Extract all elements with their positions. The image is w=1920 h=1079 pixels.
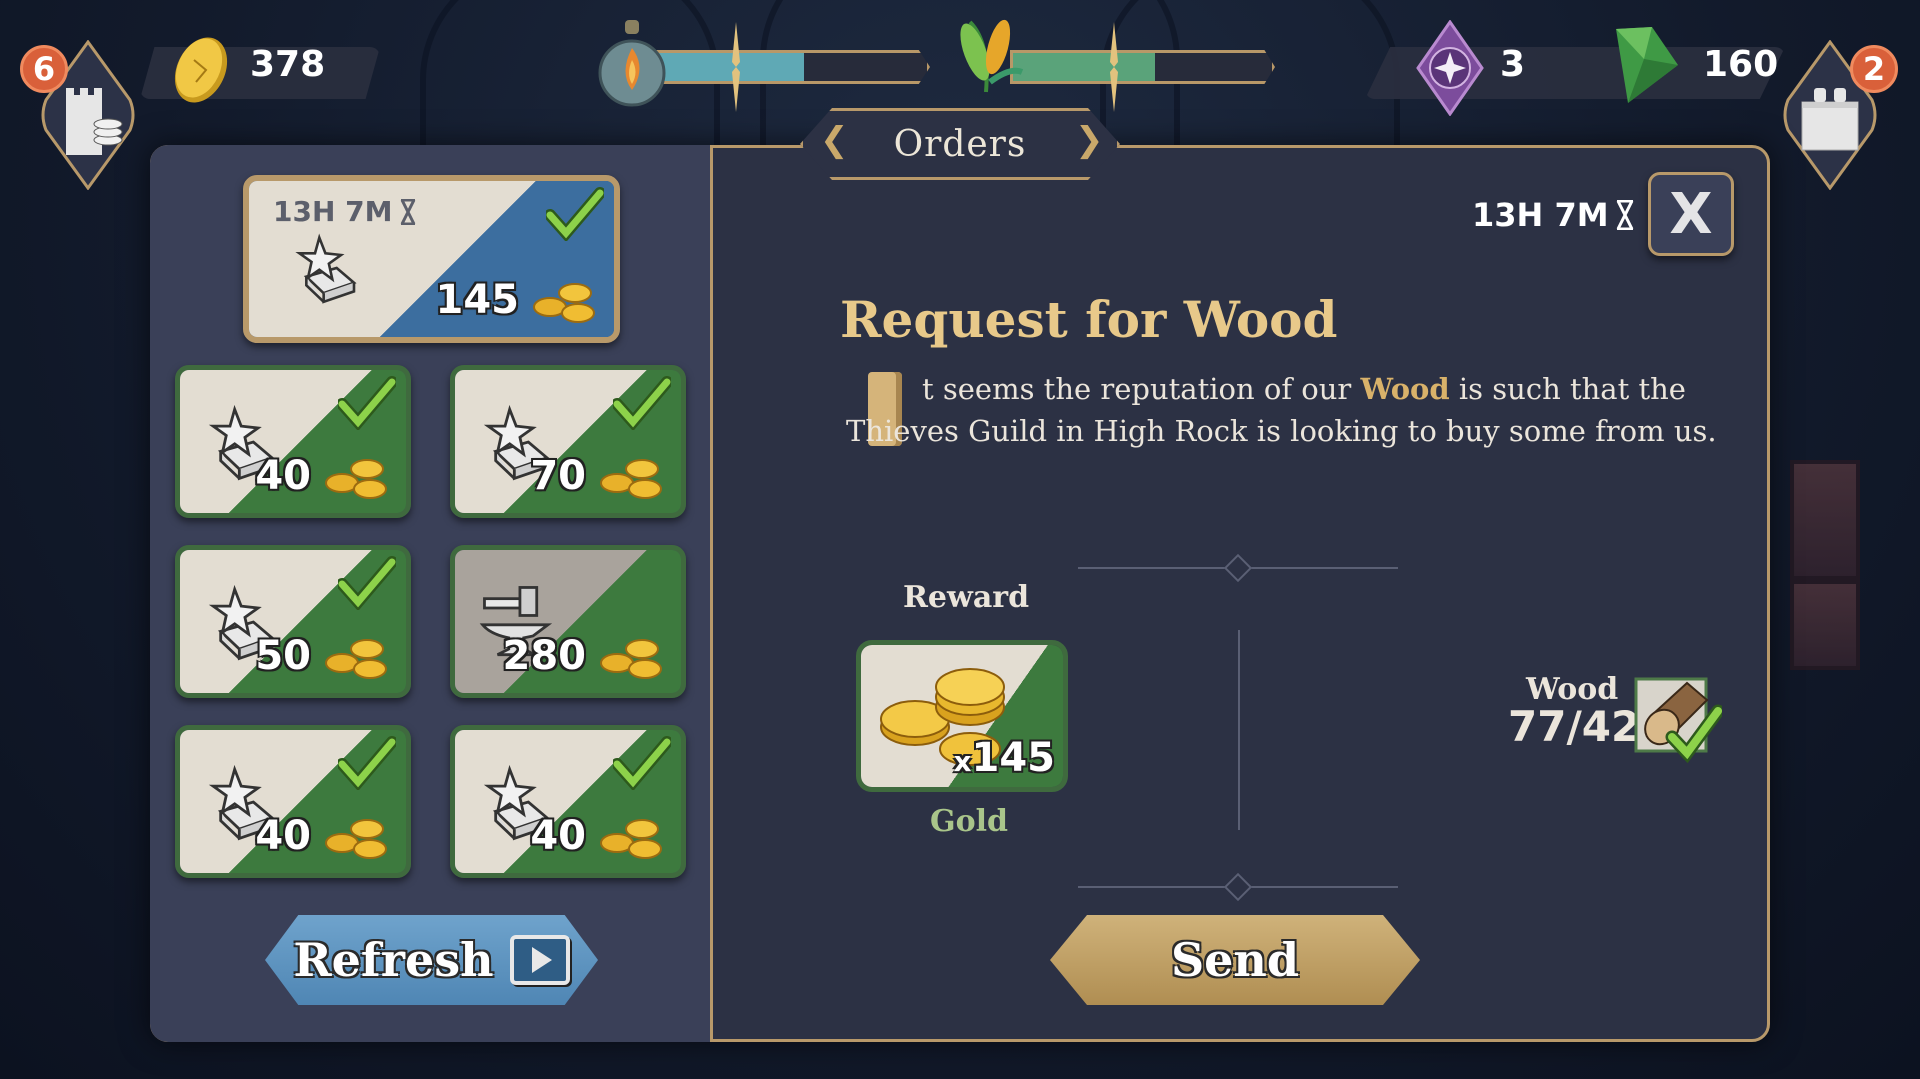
food-progress-fill xyxy=(1013,53,1156,81)
detail-timer-text: 13H 7M xyxy=(1472,196,1609,234)
completed-check-icon xyxy=(613,736,671,790)
notification-badge-gifts: 2 xyxy=(1850,45,1898,93)
completed-check-icon xyxy=(338,556,396,610)
gem-amount: 160 xyxy=(1703,44,1779,85)
refresh-button-label: Refresh xyxy=(293,933,494,987)
token-amount: 3 xyxy=(1500,44,1526,85)
reward-name: Gold xyxy=(930,804,1009,839)
gold-coins-icon xyxy=(325,459,387,499)
wheat-icon xyxy=(960,19,1024,93)
order-card[interactable]: 40 xyxy=(175,365,411,518)
detail-timer: 13H 7M xyxy=(1472,196,1635,234)
gold-coins-icon xyxy=(600,459,662,499)
order-card[interactable]: 40 xyxy=(450,725,686,878)
refresh-button[interactable]: Refresh xyxy=(265,915,598,1005)
gold-coin-icon xyxy=(174,37,228,103)
order-reward-amount: 50 xyxy=(255,633,311,679)
order-card[interactable]: 40 xyxy=(175,725,411,878)
bar-marker-icon xyxy=(1110,22,1118,112)
request-title: Request for Wood xyxy=(840,290,1338,349)
gold-coins-icon xyxy=(325,639,387,679)
gold-coins-icon xyxy=(600,639,662,679)
order-reward-amount: 280 xyxy=(502,633,587,679)
order-timer: 13H 7M xyxy=(273,195,417,228)
potion-flask-icon xyxy=(598,20,666,107)
completed-check-icon xyxy=(613,376,671,430)
divider-vertical xyxy=(1238,630,1240,830)
reward-item-card[interactable]: x145 xyxy=(856,640,1068,792)
hourglass-icon xyxy=(1616,200,1633,230)
completed-check-icon xyxy=(338,736,396,790)
order-card[interactable]: 280 xyxy=(450,545,686,698)
order-reward-amount: 145 xyxy=(435,277,520,323)
order-reward-amount: 40 xyxy=(530,813,586,859)
watch-ad-video-icon xyxy=(509,935,570,985)
food-progress-bar xyxy=(1010,50,1275,84)
wood-log-icon xyxy=(1634,677,1722,764)
flourish-left-icon: ❮ xyxy=(820,120,849,160)
order-reward-amount: 40 xyxy=(255,453,311,499)
reward-quantity: x145 xyxy=(953,735,1055,781)
send-button[interactable]: Send xyxy=(1050,915,1420,1005)
close-button[interactable]: X xyxy=(1648,172,1734,256)
hourglass-icon xyxy=(400,198,415,225)
order-card[interactable]: 50 xyxy=(175,545,411,698)
background-window xyxy=(1790,580,1860,670)
gold-coins-icon xyxy=(325,819,387,859)
gold-coins-icon xyxy=(533,283,595,323)
order-card-featured[interactable]: 13H 7M 145 xyxy=(243,175,620,343)
emerald-gem-icon xyxy=(1616,27,1678,103)
resource-crafting-icon xyxy=(295,233,357,304)
notification-badge-castle: 6 xyxy=(20,45,68,93)
requirement-count: 77/42 xyxy=(1508,702,1641,751)
energy-progress-bar xyxy=(650,50,930,84)
gold-coins-icon xyxy=(600,819,662,859)
order-reward-amount: 70 xyxy=(530,453,586,499)
order-card[interactable]: 70 xyxy=(450,365,686,518)
order-timer-text: 13H 7M xyxy=(273,195,393,228)
completed-check-icon xyxy=(338,376,396,430)
bar-marker-icon xyxy=(732,22,740,112)
gold-amount: 378 xyxy=(250,44,326,85)
reward-label: Reward xyxy=(903,580,1030,615)
send-button-label: Send xyxy=(1170,933,1300,987)
completed-check-icon xyxy=(546,187,604,241)
request-description: t seems the reputation of our Wood is su… xyxy=(846,368,1726,452)
desc-highlight: Wood xyxy=(1360,372,1450,406)
order-reward-amount: 40 xyxy=(255,813,311,859)
panel-title: Orders xyxy=(893,123,1027,165)
desc-part1: t seems the reputation of our xyxy=(922,372,1361,406)
flourish-right-icon: ❯ xyxy=(1075,120,1104,160)
star-token-icon xyxy=(1416,20,1484,116)
background-window xyxy=(1790,460,1860,580)
